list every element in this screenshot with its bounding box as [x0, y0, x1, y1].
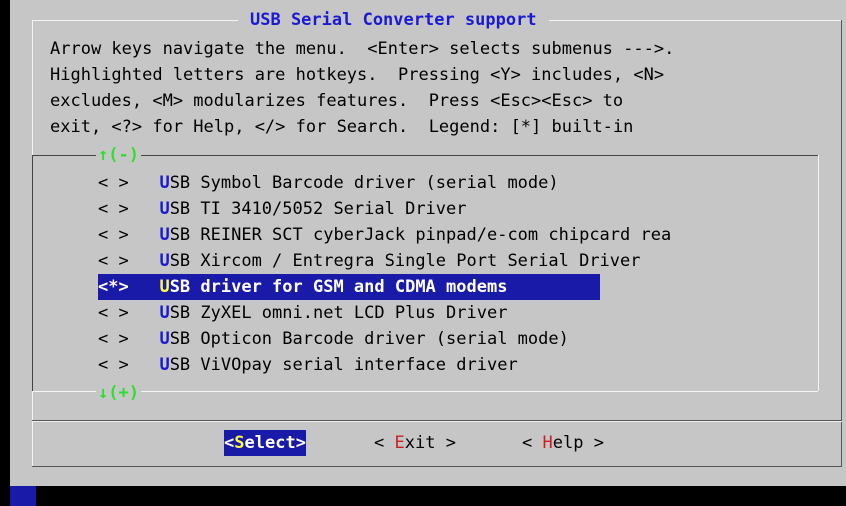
select-close-bracket: > — [295, 433, 306, 453]
menu-item[interactable]: < > USB ZyXEL omni.net LCD Plus Driver — [98, 300, 507, 326]
item-label: SB Symbol Barcode driver (serial mode) — [169, 173, 559, 193]
select-open-bracket: < — [224, 433, 235, 453]
help-text-line-2: Highlighted letters are hotkeys. Pressin… — [50, 65, 665, 85]
menu-box-left — [32, 155, 33, 391]
item-hotkey: U — [159, 199, 170, 219]
menu-item[interactable]: < > USB Opticon Barcode driver (serial m… — [98, 326, 569, 352]
exit-close-bracket: > — [435, 433, 456, 453]
dialog-title: USB Serial Converter support — [238, 6, 549, 34]
menu-item[interactable]: < > USB Xircom / Entregra Single Port Se… — [98, 248, 641, 274]
select-hotkey: S — [234, 433, 245, 453]
menu-box-bottom — [32, 391, 818, 392]
menu-item-selected[interactable]: <*> USB driver for GSM and CDMA modems — [98, 274, 600, 300]
exit-label: xit — [404, 433, 436, 453]
menu-box-right — [818, 155, 819, 391]
exit-button[interactable]: < Exit > — [374, 430, 456, 456]
item-hotkey: U — [159, 225, 170, 245]
item-hotkey: U — [159, 173, 170, 193]
item-mark: < > — [98, 329, 129, 349]
item-mark: < > — [98, 173, 129, 193]
scroll-down-indicator[interactable]: ↓(+) — [96, 383, 141, 403]
frame-bottom — [32, 466, 842, 467]
help-button[interactable]: < Help > — [522, 430, 604, 456]
item-hotkey: U — [159, 355, 170, 375]
item-label: SB ZyXEL omni.net LCD Plus Driver — [169, 303, 508, 323]
item-label: SB Xircom / Entregra Single Port Serial … — [169, 251, 641, 271]
config-dialog: USB Serial Converter support Arrow keys … — [10, 0, 846, 486]
help-text-line-4: exit, <?> for Help, </> for Search. Lege… — [50, 117, 634, 137]
menu-item[interactable]: < > USB TI 3410/5052 Serial Driver — [98, 196, 467, 222]
item-label: SB driver for GSM and CDMA modems — [169, 277, 508, 297]
item-label: SB REINER SCT cyberJack pinpad/e-com chi… — [169, 225, 672, 245]
menu-box-top — [32, 155, 818, 156]
item-mark: < > — [98, 355, 129, 375]
help-hotkey: H — [542, 433, 553, 453]
item-label: SB TI 3410/5052 Serial Driver — [169, 199, 467, 219]
item-mark: < > — [98, 225, 129, 245]
item-hotkey: U — [159, 329, 170, 349]
item-hotkey: U — [159, 303, 170, 323]
select-label: elect — [244, 433, 296, 453]
exit-open-bracket: < — [374, 433, 395, 453]
exit-hotkey: E — [394, 433, 405, 453]
item-label: SB ViVOpay serial interface driver — [169, 355, 518, 375]
item-hotkey: U — [159, 277, 170, 297]
select-button[interactable]: <Select> — [224, 430, 306, 456]
item-hotkey: U — [159, 251, 170, 271]
help-label: elp — [552, 433, 584, 453]
item-label: SB Opticon Barcode driver (serial mode) — [169, 329, 569, 349]
help-text-line-1: Arrow keys navigate the menu. <Enter> se… — [50, 39, 675, 59]
menu-item[interactable]: < > USB ViVOpay serial interface driver — [98, 352, 518, 378]
help-open-bracket: < — [522, 433, 543, 453]
item-mark: < > — [98, 303, 129, 323]
item-mark: < > — [98, 251, 129, 271]
button-separator-highlight — [32, 421, 842, 422]
frame-right — [841, 20, 842, 466]
scroll-up-indicator[interactable]: ↑(-) — [96, 145, 141, 165]
item-mark: <*> — [98, 277, 129, 297]
menu-item[interactable]: < > USB Symbol Barcode driver (serial mo… — [98, 170, 559, 196]
item-mark: < > — [98, 199, 129, 219]
help-text-line-3: excludes, <M> modularizes features. Pres… — [50, 91, 624, 111]
menu-item[interactable]: < > USB REINER SCT cyberJack pinpad/e-co… — [98, 222, 671, 248]
help-close-bracket: > — [583, 433, 604, 453]
dialog-shadow — [10, 486, 36, 506]
